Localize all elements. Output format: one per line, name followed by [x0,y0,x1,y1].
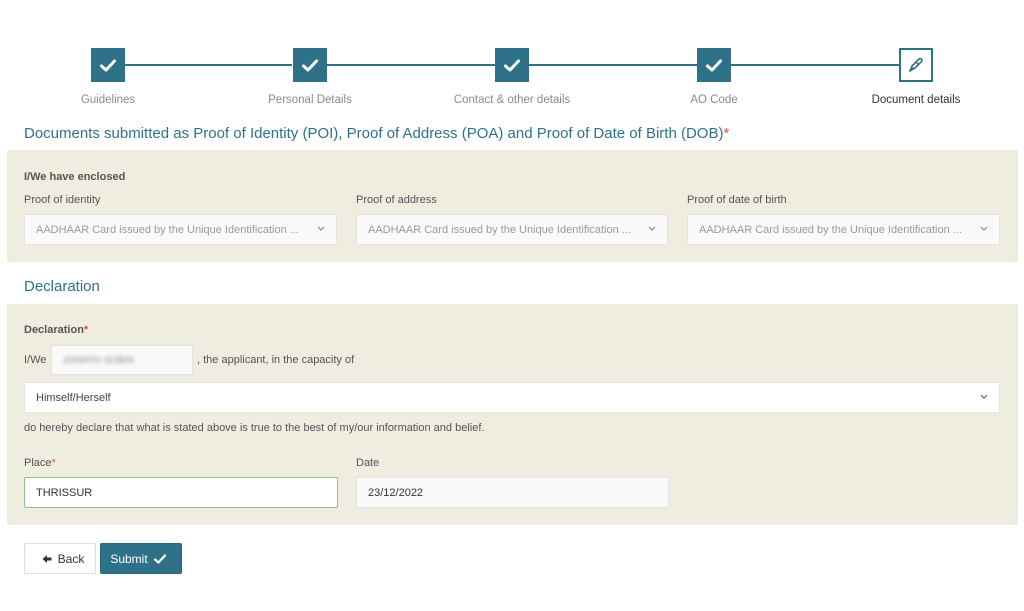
place-input[interactable]: THRISSUR [24,477,338,508]
declaration-label-text: Declaration [24,324,84,336]
applicant-name-input[interactable]: JONATH SUBIN [51,345,193,375]
declaration-section-title: Declaration [24,278,100,295]
step-ao-code[interactable]: AO Code [634,48,794,106]
capacity-select[interactable]: Himself/Herself [24,382,1000,413]
required-mark: * [83,324,89,336]
documents-section-title: Documents submitted as Proof of Identity… [24,125,729,142]
check-icon [153,553,166,564]
enclosed-label: I/We have enclosed [24,171,126,183]
step-contact-details[interactable]: Contact & other details [432,48,592,106]
back-button-label: Back [57,551,85,566]
date-value: 23/12/2022 [368,486,424,499]
declaration-suffix: , the applicant, in the capacity of [197,354,355,366]
check-icon [697,48,731,82]
proof-of-dob-label: Proof of date of birth [687,194,787,206]
chevron-down-icon [980,226,988,231]
back-button[interactable]: Back [24,543,96,574]
proof-of-address-value: AADHAAR Card issued by the Unique Identi… [368,223,631,236]
declaration-statement: do hereby declare that what is stated ab… [24,422,485,434]
applicant-name-value: JONATH SUBIN [63,355,135,365]
check-icon [293,48,327,82]
place-label: Place* [24,457,56,469]
check-icon [91,48,125,82]
submit-button[interactable]: Submit [100,543,182,574]
submit-button-label: Submit [110,551,148,566]
chevron-down-icon [648,226,656,231]
proof-of-address-label: Proof of address [356,194,437,206]
required-mark: * [723,125,730,142]
date-input[interactable]: 23/12/2022 [356,477,669,508]
required-mark: * [51,457,56,469]
proof-of-identity-value: AADHAAR Card issued by the Unique Identi… [36,223,299,236]
place-value: THRISSUR [36,486,93,499]
declaration-prefix: I/We [24,354,47,366]
step-guidelines[interactable]: Guidelines [28,48,188,106]
documents-title-text: Documents submitted as Proof of Identity… [24,125,724,142]
proof-of-identity-select[interactable]: AADHAAR Card issued by the Unique Identi… [24,214,337,245]
capacity-value: Himself/Herself [36,391,111,404]
documents-panel [7,150,1018,262]
chevron-down-icon [980,394,988,399]
proof-of-dob-value: AADHAAR Card issued by the Unique Identi… [699,223,962,236]
step-label: Document details [871,94,961,106]
proof-of-dob-select[interactable]: AADHAAR Card issued by the Unique Identi… [687,214,1000,245]
progress-stepper: Guidelines Personal Details Contact & ot… [0,0,1024,120]
date-label: Date [356,457,380,469]
step-document-details[interactable]: Document details [836,48,996,106]
step-personal-details[interactable]: Personal Details [230,48,390,106]
step-label: Contact & other details [453,94,571,106]
step-label: Guidelines [80,94,136,106]
proof-of-address-select[interactable]: AADHAAR Card issued by the Unique Identi… [356,214,668,245]
step-label: Personal Details [268,94,352,106]
pencil-icon [899,48,933,82]
place-label-text: Place [24,457,52,469]
check-icon [495,48,529,82]
proof-of-identity-label: Proof of identity [24,194,101,206]
declaration-label: Declaration* [24,324,88,336]
arrow-left-icon [42,554,52,563]
chevron-down-icon [317,226,325,231]
step-label: AO Code [690,94,738,106]
